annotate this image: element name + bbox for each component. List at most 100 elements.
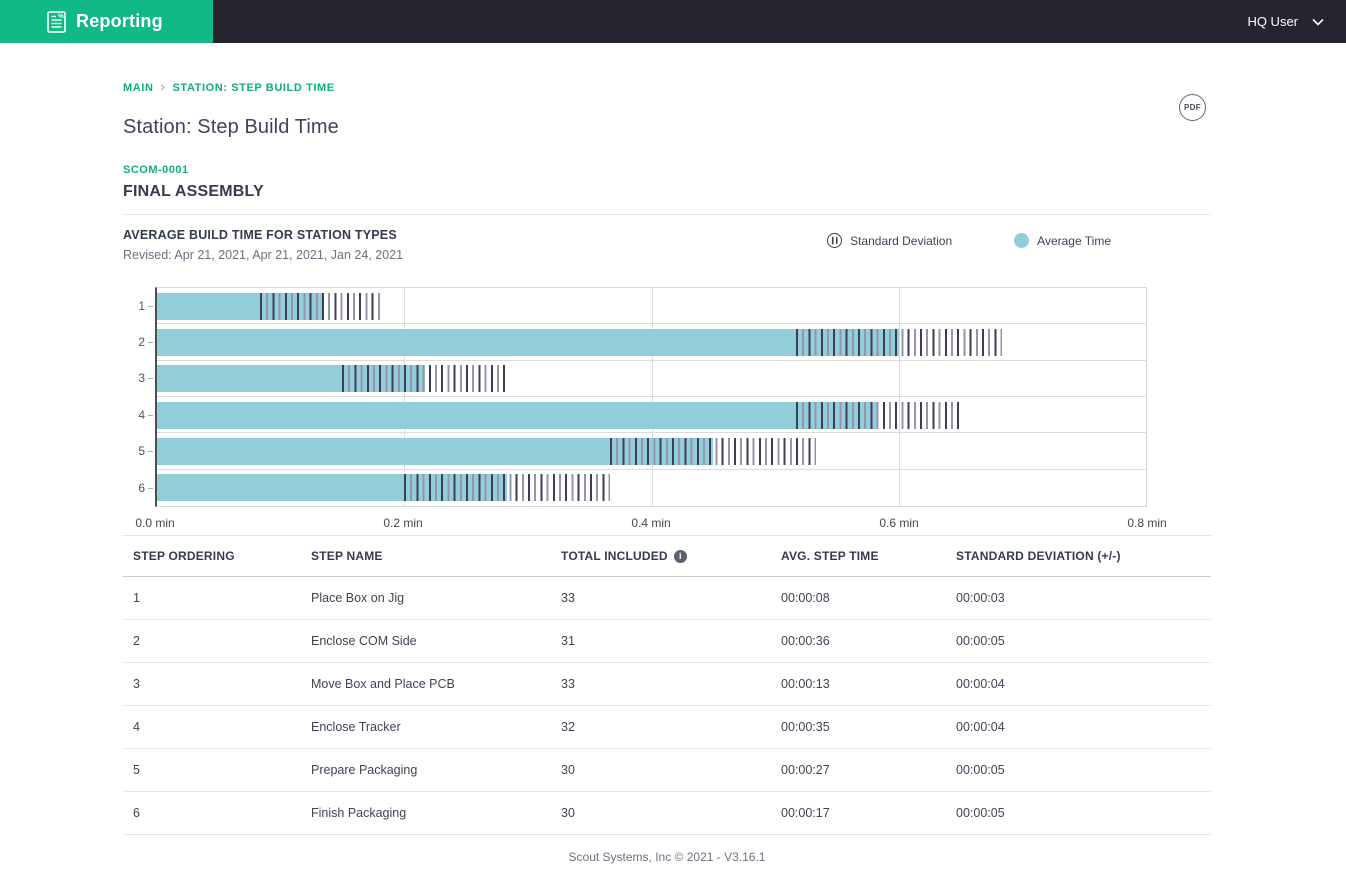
table-cell: 4 (133, 720, 140, 734)
column-header: AVG. STEP TIME (781, 549, 956, 563)
standard-deviation-band (342, 365, 508, 393)
table-cell: 00:00:04 (956, 677, 1005, 691)
chart-row-step-5: 5 (138, 433, 1146, 470)
column-header-label: TOTAL INCLUDED (561, 549, 668, 563)
y-axis-tick (148, 305, 153, 307)
table-cell: Prepare Packaging (311, 763, 418, 777)
brand-reporting[interactable]: % Reporting (0, 0, 213, 43)
table-cell: 5 (133, 763, 140, 777)
table-cell: 2 (133, 634, 140, 648)
table-cell: 00:00:08 (781, 591, 830, 605)
average-time-bar[interactable] (157, 328, 899, 356)
legend-label: Average Time (1037, 233, 1111, 248)
table-cell: 00:00:05 (956, 806, 1005, 820)
chart-row-step-1: 1 (138, 288, 1146, 325)
table-cell: 33 (561, 591, 575, 605)
breadcrumb-separator-icon: › (160, 79, 166, 94)
chart-x-axis: 0.0 min 0.2 min 0.4 min 0.6 min 0.8 min (135, 507, 1166, 533)
x-axis-label: 0.6 min (879, 516, 919, 530)
pdf-export-button[interactable]: PDF (1179, 94, 1206, 121)
table-cell: 31 (561, 634, 575, 648)
x-axis-label: 0.8 min (1127, 516, 1167, 530)
footer-version: Scout Systems, Inc © 2021 - V3.16.1 (568, 850, 766, 864)
user-menu[interactable]: HQ User (1247, 0, 1346, 43)
table-cell: 33 (561, 677, 575, 691)
standard-deviation-swatch-icon (827, 233, 843, 248)
y-axis-label: 6 (138, 480, 145, 495)
column-header-label: STEP NAME (311, 549, 383, 563)
station-code: SCOM-0001 (123, 164, 189, 176)
divider (123, 214, 1211, 215)
table-cell: 3 (133, 677, 140, 691)
breadcrumb-main[interactable]: MAIN (123, 82, 154, 94)
column-header: TOTAL INCLUDED i (561, 549, 781, 563)
table-cell: Move Box and Place PCB (311, 677, 455, 691)
table-cell: 00:00:05 (956, 634, 1005, 648)
x-axis-label: 0.0 min (135, 516, 175, 530)
column-header-label: STANDARD DEVIATION (+/-) (956, 549, 1121, 563)
table-row: 2 Enclose COM Side 31 00:00:36 00:00:05 (123, 620, 1211, 663)
table-cell: 30 (561, 806, 575, 820)
table-cell: Finish Packaging (311, 806, 407, 820)
y-axis-label: 3 (138, 371, 145, 386)
info-icon[interactable]: i (673, 549, 687, 563)
standard-deviation-band (795, 328, 1002, 356)
y-axis-label: 1 (138, 298, 145, 313)
average-time-bar[interactable] (157, 401, 879, 429)
table-row: 3 Move Box and Place PCB 33 00:00:13 00:00:0… (123, 663, 1211, 706)
standard-deviation-band (795, 401, 961, 429)
chart-header: AVERAGE BUILD TIME FOR STATION TYPES Rev… (123, 228, 1211, 262)
y-axis-label: 5 (138, 443, 145, 458)
y-axis-tick (148, 487, 153, 489)
brand-label: Reporting (76, 11, 163, 31)
page-title: Station: Step Build Time (123, 116, 339, 138)
legend-label: Standard Deviation (850, 233, 953, 248)
table-cell: 00:00:03 (956, 591, 1005, 605)
standard-deviation-band (260, 292, 384, 320)
table-cell: 6 (133, 806, 140, 820)
x-axis-label: 0.2 min (383, 516, 423, 530)
y-axis-label: 2 (138, 334, 145, 349)
y-axis-tick (148, 341, 153, 343)
table-row: 6 Finish Packaging 30 00:00:17 00:00:05 (123, 792, 1211, 835)
table-cell: 00:00:05 (956, 763, 1005, 777)
top-bar: % Reporting HQ User (0, 0, 1346, 43)
steps-table: STEP ORDERING STEP NAME TOTAL INCLUDED i AVG… (123, 536, 1211, 835)
user-name: HQ User (1247, 14, 1298, 29)
table-cell: 00:00:17 (781, 806, 830, 820)
table-cell: Enclose COM Side (311, 634, 417, 648)
y-axis-tick (148, 450, 153, 452)
column-header: STANDARD DEVIATION (+/-) (956, 549, 1201, 563)
table-row: 1 Place Box on Jig 33 00:00:08 00:00:03 (123, 577, 1211, 620)
table-row: 4 Enclose Tracker 32 00:00:35 00:00:04 (123, 706, 1211, 749)
legend-average-time: Average Time (1014, 233, 1111, 248)
chart-revised-dates: Revised: Apr 21, 2021, Apr 21, 2021, Jan… (123, 248, 404, 262)
table-cell: 1 (133, 591, 140, 605)
table-cell: 32 (561, 720, 575, 734)
breadcrumb: MAIN › STATION: STEP BUILD TIME (123, 43, 1211, 95)
chart-row-step-3: 3 (138, 361, 1146, 397)
column-header-label: STEP ORDERING (133, 549, 235, 563)
table-body: 1 Place Box on Jig 33 00:00:08 00:00:03 2 Encl… (123, 577, 1211, 835)
chart-legend: Standard Deviation Average Time (827, 228, 1211, 248)
legend-standard-deviation: Standard Deviation (827, 233, 952, 248)
table-cell: 00:00:04 (956, 720, 1005, 734)
y-axis-tick (148, 378, 153, 380)
chart-row-step-4: 4 (138, 397, 1146, 434)
station-name: FINAL ASSEMBLY (123, 183, 264, 200)
chevron-down-icon (1312, 18, 1324, 26)
standard-deviation-band (610, 437, 817, 465)
build-time-chart: 1 2 3 4 5 6 0.0 min 0.2 min 0.4 min 0.6 min 0.8 m… (123, 287, 1211, 533)
report-document-icon: % (47, 10, 66, 33)
x-axis-label: 0.4 min (631, 516, 671, 530)
chart-title: AVERAGE BUILD TIME FOR STATION TYPES (123, 228, 397, 242)
y-axis-tick (148, 414, 153, 416)
breadcrumb-current[interactable]: STATION: STEP BUILD TIME (172, 82, 334, 94)
report-content: MAIN › STATION: STEP BUILD TIME PDF Stat… (123, 43, 1211, 877)
table-cell: Enclose Tracker (311, 720, 401, 734)
column-header: STEP NAME (311, 549, 561, 563)
column-header: STEP ORDERING (133, 549, 311, 563)
table-row: 5 Prepare Packaging 30 00:00:27 00:00:05 (123, 749, 1211, 792)
chart-row-step-2: 2 (138, 324, 1146, 361)
chart-row-step-6: 6 (138, 470, 1146, 506)
